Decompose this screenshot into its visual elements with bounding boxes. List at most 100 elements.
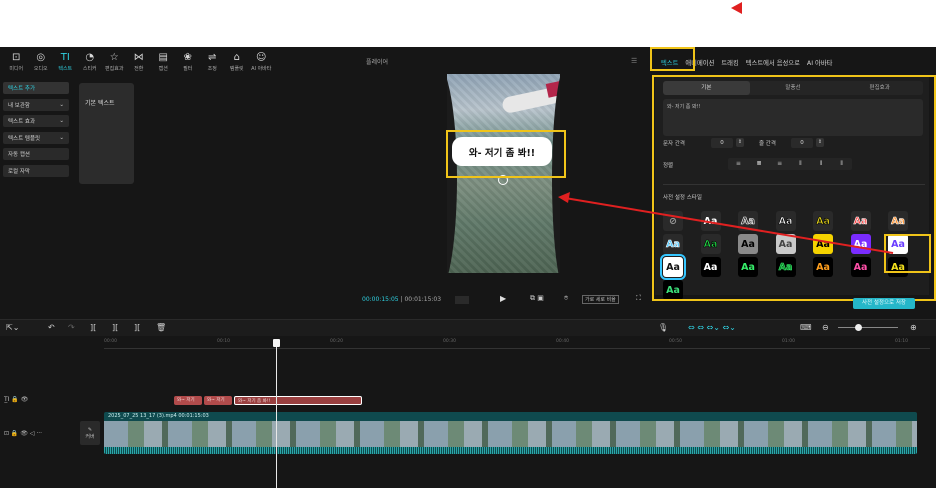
zoom-in-icon[interactable]: ⊕ (910, 323, 917, 332)
text-clip[interactable]: 와~ 저기 (174, 396, 202, 405)
sidebar-item-label: 텍스트 추가 (8, 86, 36, 92)
split-right-icon[interactable]: ][ (134, 323, 140, 332)
undo-icon[interactable]: ↶ (48, 323, 55, 332)
media-icon: ⊡ (12, 52, 21, 63)
default-text-label: 기본 텍스트 (85, 100, 115, 107)
toolbar-sticker[interactable]: ◔ 스티커 (78, 47, 103, 77)
sticker-icon: ◔ (85, 52, 95, 63)
default-text-card[interactable]: 기본 텍스트 (79, 83, 134, 184)
highlight-text-tab (650, 47, 695, 71)
ruler-tick: 00:30 (443, 339, 456, 344)
aspect-ratio-button[interactable]: 가로 세로 비율 (582, 295, 619, 304)
timeline-toolbar (0, 319, 936, 336)
fit-icon[interactable]: ⌾ (564, 294, 568, 303)
link-icon[interactable]: ⇔ ⇔ ⇔⌄ ⇔⌄ (688, 323, 736, 332)
toolbar-label: 필터 (183, 66, 193, 72)
sidebar-item-label: 텍스트 효과 (8, 119, 36, 125)
tab-4[interactable]: AI 아바타 (807, 58, 833, 67)
toolbar-label: 편집효과 (105, 66, 124, 72)
audio-icon: ◎ (36, 52, 46, 63)
toolbar-label: 스티커 (82, 66, 97, 72)
mic-icon[interactable]: 🎙 (658, 323, 668, 332)
zoom-slider[interactable] (838, 327, 898, 328)
chevron-down-icon: ⌄ (59, 118, 64, 124)
toolbar-filter[interactable]: ❀ 필터 (176, 47, 201, 77)
text-clip[interactable]: 와~ 저기 좀 봐!! (234, 396, 362, 405)
sidebar-item-label: 로컬 자막 (8, 168, 30, 175)
zoom-slider-knob[interactable] (855, 324, 862, 331)
sidebar-item[interactable]: 내 보관함 ⌄ (3, 98, 69, 111)
caption-icon: ▤ (158, 52, 168, 63)
redo-icon[interactable]: ↷ (68, 323, 75, 332)
toolbar-label: AI 아바타 (251, 66, 272, 72)
split-left-icon[interactable]: ][ (112, 323, 118, 332)
ruler-tick: 00:10 (217, 339, 230, 344)
text-clip[interactable]: 와~ 저기 (204, 396, 232, 405)
ruler-tick: 01:00 (782, 339, 795, 344)
toolbar-effects[interactable]: ☆ 편집효과 (102, 47, 127, 77)
toolbar-adjust[interactable]: ⇌ 조정 (200, 47, 225, 77)
toolbar-media[interactable]: ⊡ 미디어 (4, 47, 29, 77)
play-icon[interactable]: ▶ (500, 294, 506, 303)
tab-2[interactable]: 트래킹 (721, 58, 738, 67)
chevron-down-icon: ⌄ (59, 134, 64, 141)
sidebar-item-label: 자동 캡션 (8, 152, 30, 158)
snapshot-icon[interactable]: ⧉ ▣ (530, 294, 544, 303)
toolbar-transition[interactable]: ⋈ 전환 (127, 47, 152, 77)
toolbar-label: 템플릿 (229, 66, 244, 72)
player-title: 플레이어 (366, 59, 389, 66)
editor-window: ⊡ 미디어 ◎ 오디오 TI 텍스트 ◔ 스티커 ☆ 편집효과 ⋈ 전환 ▤ 캡션 ❀ 필터 ⇌ 조정 ⌂ 템플릿 ☺ A… (0, 47, 936, 488)
fullscreen-icon[interactable]: ⛶ (636, 294, 641, 303)
ruler-tick: 00:50 (669, 339, 682, 344)
zoom-out-icon[interactable]: ⊖ (822, 323, 829, 332)
toolbar-caption[interactable]: ▤ 캡션 (151, 47, 176, 77)
adjust-icon: ⇌ (208, 52, 217, 63)
menu-icon[interactable]: ☰ (631, 57, 637, 65)
select-tool-icon[interactable]: ⇱⌄ (6, 323, 19, 332)
edit-icon: ✎ (87, 427, 93, 433)
playhead[interactable] (276, 339, 277, 488)
highlight-selected-preset (884, 234, 931, 273)
toolbar-label: 캡션 (158, 66, 168, 72)
toolbar-label: 조정 (207, 66, 217, 72)
toolbar-label: 전환 (134, 66, 144, 72)
toolbar-label: 오디오 (33, 66, 48, 72)
tab-3[interactable]: 텍스트에서 음성으로 (746, 58, 800, 67)
subtitle-icon[interactable]: ⌨ (800, 323, 812, 332)
toolbar-label: 미디어 (9, 66, 24, 72)
timecode: 00:00:15:05 | 00:01:15:03 (362, 296, 442, 303)
toolbar-label: 텍스트 (58, 66, 73, 72)
video-track-header: ⊡ 🔒 👁 ◁ ··· (4, 430, 43, 437)
video-clip[interactable]: 2025_07_25 13_17 (3).mp4 00:01:15:03 (104, 412, 917, 454)
highlight-overlay-text (446, 130, 566, 178)
ruler-tick: 00:20 (330, 339, 343, 344)
split-icon[interactable]: ][ (90, 323, 96, 332)
toolbar-text[interactable]: TI 텍스트 (53, 47, 78, 77)
sidebar-item[interactable]: 텍스트 효과 ⌄ (3, 115, 69, 127)
cover-button[interactable]: ✎ 커버 (80, 421, 100, 445)
video-clip-label: 2025_07_25 13_17 (3).mp4 00:01:15:03 (108, 413, 209, 419)
main-toolbar: ⊡ 미디어 ◎ 오디오 TI 텍스트 ◔ 스티커 ☆ 편집효과 ⋈ 전환 ▤ 캡션 ❀ 필터 ⇌ 조정 ⌂ 템플릿 ☺ A… (0, 47, 352, 77)
filter-icon: ❀ (183, 52, 192, 63)
audio-waveform (104, 447, 917, 454)
text-icon: TI (60, 52, 70, 63)
ruler-tick: 00:00 (104, 339, 117, 344)
ai-avatar-icon: ☺ (256, 52, 267, 63)
sidebar-item[interactable]: 로컬 자막 (3, 164, 69, 177)
template-icon: ⌂ (233, 52, 240, 63)
toolbar-ai-avatar[interactable]: ☺ AI 아바타 (249, 47, 274, 77)
sidebar-item-label: 내 보관함 (8, 102, 30, 109)
sidebar-item[interactable]: 텍스트 템플릿 ⌄ (3, 131, 69, 144)
timeline-ruler[interactable]: 00:00 00:10 00:20 00:30 00:40 00:50 01:00 01:10 (104, 339, 930, 349)
toolbar-audio[interactable]: ◎ 오디오 (29, 47, 54, 77)
annotation-triangle (731, 2, 742, 14)
playhead-handle[interactable] (273, 339, 280, 347)
save-preset-button[interactable]: 사전 설정으로 저장 (853, 298, 915, 309)
delete-icon[interactable]: 🗑 (156, 323, 166, 332)
effects-icon: ☆ (109, 52, 119, 63)
sidebar-item[interactable]: 텍스트 추가 (3, 82, 69, 94)
sidebar-item[interactable]: 자동 캡션 (3, 148, 69, 160)
ruler-tick: 01:10 (895, 339, 908, 344)
toolbar-template[interactable]: ⌂ 템플릿 (225, 47, 250, 77)
transition-icon: ⋈ (133, 52, 144, 63)
